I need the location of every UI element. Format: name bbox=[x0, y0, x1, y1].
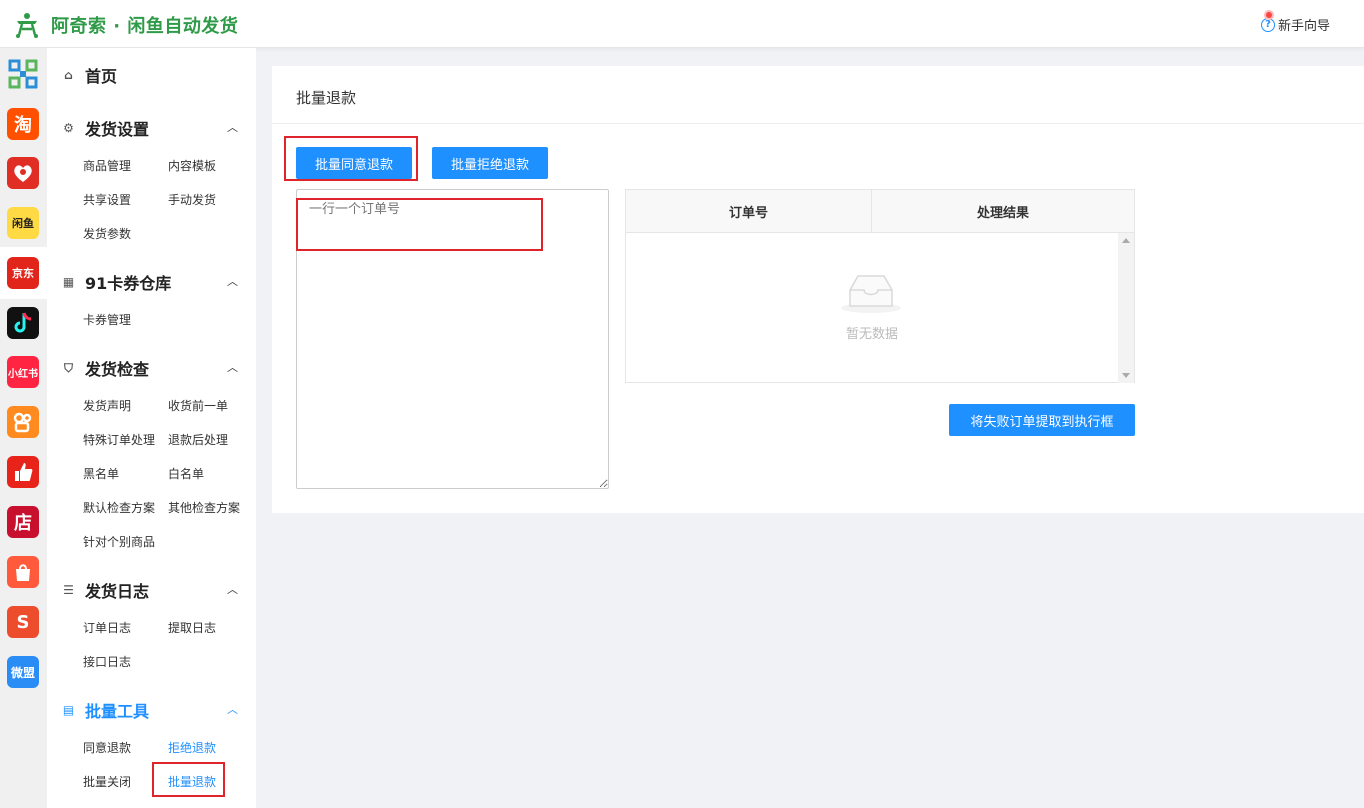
gear-icon: ⚙ bbox=[63, 121, 74, 135]
brand-logo-icon bbox=[16, 13, 38, 38]
toolbox-icon: ▤ bbox=[62, 703, 75, 717]
log-icon: ☰ bbox=[63, 583, 74, 597]
chevron-up-icon[interactable]: ︿ bbox=[227, 581, 238, 597]
thumb-icon[interactable] bbox=[7, 456, 39, 488]
page-title: 批量退款 bbox=[296, 89, 357, 107]
highlight-box bbox=[296, 198, 543, 251]
notification-dot bbox=[1264, 10, 1274, 20]
menu-section-card-warehouse[interactable]: ▦ 91卡券仓库 bbox=[62, 270, 171, 294]
sidebar-menu: ⌂ 首页 ⚙ 发货设置 ︿ 商品管理 内容模板 共享设置 手动发货 发货参数 ▦… bbox=[47, 48, 256, 808]
guide-label: 新手向导 bbox=[1277, 19, 1330, 34]
section-title: 发货日志 bbox=[85, 582, 150, 601]
weimeng-icon[interactable]: 微盟 bbox=[7, 656, 39, 688]
highlight-box bbox=[152, 762, 225, 797]
empty-inbox-icon bbox=[841, 275, 901, 313]
highlight-box bbox=[284, 136, 418, 181]
column-header-order-no: 订单号 bbox=[728, 206, 768, 221]
pinduoduo-icon[interactable] bbox=[7, 157, 39, 189]
menu-item-other-check[interactable]: 其他检查方案 bbox=[168, 499, 240, 516]
menu-item-ship-params[interactable]: 发货参数 bbox=[83, 225, 131, 242]
menu-item-whitelist[interactable]: 白名单 bbox=[168, 465, 204, 482]
menu-item-api-log[interactable]: 接口日志 bbox=[83, 653, 131, 670]
grid-icon[interactable] bbox=[7, 58, 39, 90]
results-table: 订单号 处理结果 暂无数据 bbox=[625, 189, 1135, 383]
menu-item-card-management[interactable]: 卡券管理 bbox=[83, 311, 131, 328]
empty-state-text: 暂无数据 bbox=[845, 327, 898, 342]
brand-title: 阿奇索 · 闲鱼自动发货 bbox=[51, 16, 239, 37]
menu-item-pre-receipt[interactable]: 收货前一单 bbox=[168, 397, 228, 414]
shopee-icon[interactable]: S bbox=[7, 606, 39, 638]
scroll-up-arrow-icon[interactable] bbox=[1122, 238, 1130, 243]
menu-section-ship-logs[interactable]: ☰ 发货日志 bbox=[62, 578, 149, 602]
menu-item-reject-refund[interactable]: 拒绝退款 bbox=[168, 739, 216, 756]
douyin-icon[interactable] bbox=[7, 307, 39, 339]
column-header-result: 处理结果 bbox=[976, 206, 1029, 221]
chevron-up-icon[interactable]: ︿ bbox=[227, 119, 238, 135]
dian-icon[interactable]: 店 bbox=[7, 506, 39, 538]
extract-failed-orders-button[interactable]: 将失败订单提取到执行框 bbox=[949, 404, 1135, 436]
qrcode-icon: ▦ bbox=[62, 275, 75, 289]
menu-item-specific-products[interactable]: 针对个别商品 bbox=[83, 533, 155, 550]
menu-item-share-settings[interactable]: 共享设置 bbox=[83, 191, 131, 208]
chevron-up-icon[interactable]: ︿ bbox=[227, 273, 238, 289]
jd-icon[interactable]: 京东 bbox=[7, 257, 39, 289]
menu-item-content-template[interactable]: 内容模板 bbox=[168, 157, 216, 174]
xianyu-icon[interactable]: 闲鱼 bbox=[7, 207, 39, 239]
table-header: 订单号 处理结果 bbox=[626, 190, 1134, 233]
section-title: 批量工具 bbox=[85, 702, 150, 721]
shop-bag-icon[interactable] bbox=[7, 556, 39, 588]
menu-item-manual-ship[interactable]: 手动发货 bbox=[168, 191, 216, 208]
kuaishou-icon[interactable] bbox=[7, 406, 39, 438]
menu-item-blacklist[interactable]: 黑名单 bbox=[83, 465, 119, 482]
menu-home[interactable]: ⌂ 首页 bbox=[62, 63, 117, 87]
menu-section-batch-tools[interactable]: ▤ 批量工具 bbox=[62, 698, 149, 722]
menu-item-special-orders[interactable]: 特殊订单处理 bbox=[83, 431, 155, 448]
menu-item-ship-statement[interactable]: 发货声明 bbox=[83, 397, 131, 414]
chevron-up-icon[interactable]: ︿ bbox=[227, 359, 238, 375]
menu-section-shipping-settings[interactable]: ⚙ 发货设置 bbox=[62, 116, 149, 140]
menu-item-batch-close[interactable]: 批量关闭 bbox=[83, 773, 131, 790]
section-title: 91卡券仓库 bbox=[85, 274, 172, 293]
menu-item-agree-refund[interactable]: 同意退款 bbox=[83, 739, 131, 756]
home-icon: ⌂ bbox=[64, 68, 73, 82]
batch-reject-refund-button[interactable]: 批量拒绝退款 bbox=[432, 147, 548, 179]
top-header: 阿奇索 · 闲鱼自动发货 ? 新手向导 bbox=[0, 0, 1364, 48]
batch-refund-panel: 批量退款 批量同意退款 批量拒绝退款 订单号 处理结果 暂无数据 将失败订单提取… bbox=[272, 66, 1364, 513]
menu-home-label: 首页 bbox=[85, 67, 118, 86]
section-title: 发货检查 bbox=[85, 360, 150, 379]
menu-item-order-log[interactable]: 订单日志 bbox=[83, 619, 131, 636]
platform-rail: 淘闲鱼京东小红书店 S 微盟 bbox=[0, 48, 47, 808]
scroll-down-arrow-icon[interactable] bbox=[1122, 373, 1130, 378]
menu-item-extract-log[interactable]: 提取日志 bbox=[168, 619, 216, 636]
table-scrollbar[interactable] bbox=[1118, 233, 1134, 383]
xiaohongshu-icon[interactable]: 小红书 bbox=[7, 356, 39, 388]
shield-icon: ⛉ bbox=[63, 360, 73, 375]
chevron-up-icon[interactable]: ︿ bbox=[227, 701, 238, 717]
menu-item-product-management[interactable]: 商品管理 bbox=[83, 157, 131, 174]
section-title: 发货设置 bbox=[85, 120, 150, 139]
menu-section-ship-check[interactable]: ⛉ 发货检查 bbox=[62, 356, 149, 380]
menu-item-post-refund[interactable]: 退款后处理 bbox=[168, 431, 228, 448]
divider bbox=[272, 123, 1364, 124]
menu-item-default-check[interactable]: 默认检查方案 bbox=[83, 499, 155, 516]
taobao-icon[interactable]: 淘 bbox=[7, 108, 39, 140]
